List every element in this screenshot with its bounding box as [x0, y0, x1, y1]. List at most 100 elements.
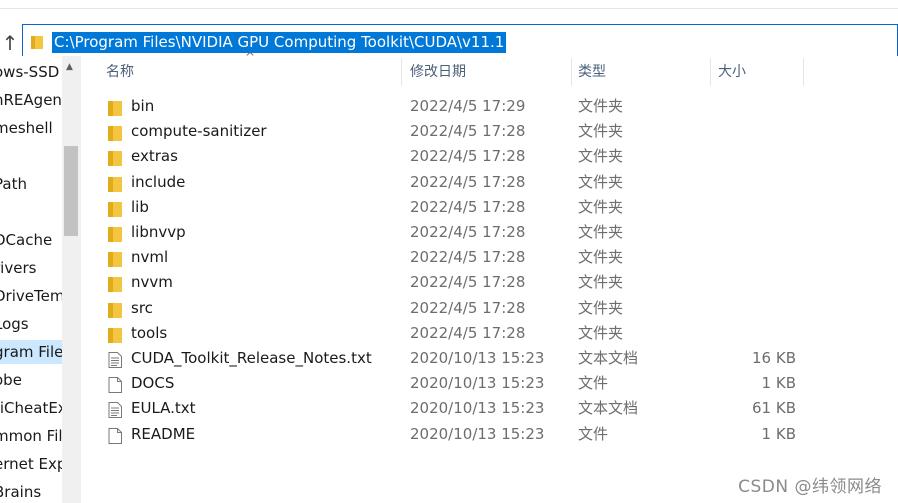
folder-row[interactable]: libnvvp 2022/4/5 17:28 文件夹	[81, 220, 798, 245]
folder-icon	[108, 124, 122, 142]
column-divider[interactable]	[803, 58, 804, 86]
folder-icon	[108, 200, 122, 217]
folder-row[interactable]: extras 2022/4/5 17:28 文件夹	[81, 144, 798, 169]
column-header-type[interactable]: 类型	[578, 56, 606, 88]
navigation-pane: ▲ ows-SSD ( nREAgent meshell Path DCache rive…	[0, 56, 81, 503]
nav-item[interactable]	[0, 144, 62, 168]
folder-row[interactable]: compute-sanitizer 2022/4/5 17:28 文件夹	[81, 119, 798, 144]
modified-date: 2022/4/5 17:28	[410, 122, 526, 141]
file-row[interactable]: DOCS 2020/10/13 15:23 文件 1 KB	[81, 371, 798, 396]
file-row[interactable]: README 2020/10/13 15:23 文件 1 KB	[81, 422, 798, 447]
column-header-size[interactable]: 大小	[718, 56, 746, 88]
nav-item[interactable]: nREAgent	[0, 88, 62, 112]
nav-item[interactable]: mmon File	[0, 424, 62, 448]
text-file-icon	[108, 401, 122, 419]
file-type: 文件	[578, 374, 609, 393]
address-bar[interactable]: C:\Program Files\NVIDIA GPU Computing To…	[22, 24, 898, 60]
modified-date: 2022/4/5 17:28	[410, 172, 526, 191]
folder-row[interactable]: lib 2022/4/5 17:28 文件夹	[81, 195, 798, 220]
nav-item[interactable]: gram Files	[0, 340, 62, 364]
file-type: 文件夹	[578, 323, 624, 342]
nav-item[interactable]	[0, 200, 62, 224]
modified-date: 2022/4/5 17:28	[410, 298, 526, 317]
folder-row[interactable]: src 2022/4/5 17:28 文件夹	[81, 296, 798, 321]
folder-icon	[108, 149, 122, 167]
file-name: bin	[131, 97, 155, 115]
file-type: 文件	[578, 424, 609, 443]
modified-date: 2022/4/5 17:28	[410, 248, 526, 267]
modified-date: 2022/4/5 17:28	[410, 197, 526, 216]
ribbon-strip	[0, 0, 898, 9]
file-row[interactable]: EULA.txt 2020/10/13 15:23 文本文档 61 KB	[81, 396, 798, 421]
file-type: 文件夹	[578, 248, 624, 267]
folder-row[interactable]: tools 2022/4/5 17:28 文件夹	[81, 321, 798, 346]
nav-item[interactable]: DCache	[0, 228, 62, 252]
modified-date: 2020/10/13 15:23	[410, 349, 545, 367]
file-name: EULA.txt	[131, 399, 196, 418]
scroll-up-icon[interactable]: ▲	[66, 62, 73, 72]
file-size: 16 KB	[752, 349, 796, 367]
nav-item[interactable]: Brains	[0, 480, 62, 503]
file-type: 文件夹	[578, 298, 624, 317]
nav-item[interactable]: obe	[0, 368, 62, 392]
up-arrow-icon[interactable]: ↑	[0, 30, 20, 56]
column-header-name[interactable]: 名称	[106, 56, 134, 88]
file-type: 文件夹	[578, 122, 624, 141]
address-path[interactable]: C:\Program Files\NVIDIA GPU Computing To…	[52, 32, 507, 53]
sort-ascending-icon: ^	[245, 50, 256, 64]
file-type: 文件夹	[578, 97, 624, 115]
nav-scrollbar-thumb[interactable]	[64, 146, 78, 236]
folder-icon	[31, 36, 43, 49]
file-name: tools	[131, 323, 168, 342]
folder-row[interactable]: bin 2022/4/5 17:29 文件夹	[81, 94, 798, 119]
folder-icon	[108, 99, 122, 116]
file-size: 1 KB	[761, 374, 796, 393]
nav-item[interactable]: ows-SSD (	[0, 60, 62, 84]
folder-row[interactable]: nvml 2022/4/5 17:28 文件夹	[81, 245, 798, 270]
folder-icon	[108, 250, 122, 268]
file-type: 文件夹	[578, 197, 624, 216]
nav-item[interactable]: tiCheatEx	[0, 396, 62, 420]
nav-item[interactable]: Path	[0, 172, 62, 196]
modified-date: 2022/4/5 17:28	[410, 273, 526, 292]
nav-item[interactable]: ernet Exp	[0, 452, 62, 476]
file-name: CUDA_Toolkit_Release_Notes.txt	[131, 349, 372, 367]
file-size: 61 KB	[752, 399, 796, 418]
column-divider[interactable]	[710, 58, 711, 86]
file-type: 文件夹	[578, 147, 624, 166]
file-name: lib	[131, 197, 149, 216]
folder-icon	[108, 326, 122, 343]
folder-row[interactable]: nvvm 2022/4/5 17:28 文件夹	[81, 270, 798, 295]
modified-date: 2022/4/5 17:28	[410, 147, 526, 166]
file-type: 文件夹	[578, 172, 624, 191]
folder-icon	[108, 275, 122, 293]
file-icon	[108, 427, 122, 444]
file-name: DOCS	[131, 374, 175, 393]
file-name: libnvvp	[131, 223, 186, 241]
nav-scrollbar[interactable]	[62, 56, 80, 503]
file-name: compute-sanitizer	[131, 122, 267, 141]
modified-date: 2022/4/5 17:28	[410, 323, 526, 342]
file-list: 名称 ^ 修改日期 类型 大小 bin 2022/4/5 17:29 文件夹 comp…	[81, 50, 898, 503]
modified-date: 2022/4/5 17:28	[410, 223, 526, 241]
column-divider[interactable]	[401, 58, 402, 86]
file-name: nvvm	[131, 273, 173, 292]
modified-date: 2020/10/13 15:23	[410, 399, 545, 418]
file-type: 文件夹	[578, 273, 624, 292]
file-row[interactable]: CUDA_Toolkit_Release_Notes.txt 2020/10/13…	[81, 346, 798, 371]
file-name: README	[131, 424, 196, 443]
file-type: 文本文档	[578, 399, 639, 418]
column-divider[interactable]	[571, 58, 572, 86]
address-row: ↑ C:\Program Files\NVIDIA GPU Computing …	[0, 10, 898, 60]
nav-item[interactable]: DriveTem	[0, 284, 62, 308]
file-name: nvml	[131, 248, 169, 267]
folder-row[interactable]: include 2022/4/5 17:28 文件夹	[81, 170, 798, 195]
file-name: extras	[131, 147, 178, 166]
nav-item[interactable]: Logs	[0, 312, 62, 336]
nav-item[interactable]: rivers	[0, 256, 62, 280]
file-name: src	[131, 298, 153, 317]
file-name: include	[131, 172, 186, 191]
nav-item[interactable]: meshell	[0, 116, 62, 140]
file-type: 文件夹	[578, 223, 624, 241]
column-header-date[interactable]: 修改日期	[410, 56, 466, 88]
